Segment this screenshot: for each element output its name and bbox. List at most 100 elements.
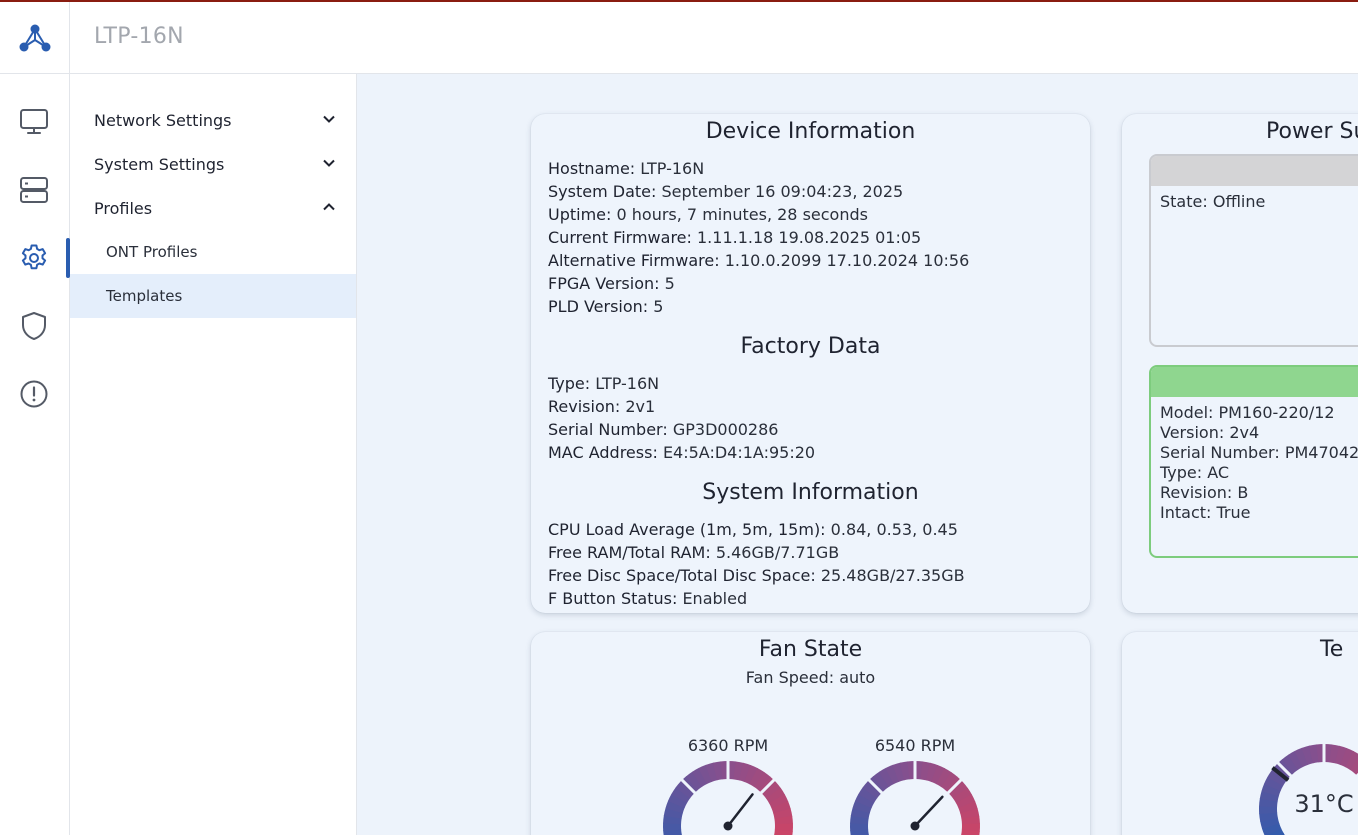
fan-1-gauge-arc-segment	[685, 771, 703, 791]
info-value: LTP-16N	[595, 374, 660, 393]
power-supply-unit-2-details: Model: PM160-220/12 Version: 2v4 Serial …	[1151, 397, 1358, 523]
info-key: State:	[1160, 192, 1208, 211]
fan-1-gauge-arc-segment	[667, 793, 688, 809]
fan-2-gauge-arc-segment	[958, 801, 978, 814]
temperature-gauge-arc-segment	[1287, 750, 1304, 770]
power-supply-unit-1-header	[1151, 156, 1358, 186]
info-value: E4:5A:D4:1A:95:20	[662, 443, 816, 462]
factory-data-list: Type: LTP-16N Revision: 2v1 Serial Numbe…	[548, 372, 815, 464]
info-key: Free Disc Space/Total Disc Space:	[548, 566, 816, 585]
temperature-gauge-arc-segment	[1259, 798, 1278, 808]
info-key: Type:	[548, 374, 591, 393]
fan-2-gauge-arc-segment	[960, 808, 980, 820]
temperature-card: Te 31°C	[1122, 632, 1358, 835]
sidebar-item-label: Network Settings	[94, 110, 232, 130]
ps-row-version: Version: 2v4	[1160, 423, 1358, 443]
info-key: System Date:	[548, 182, 657, 201]
sidebar-item-label: System Settings	[94, 154, 225, 174]
fan-2-gauge-arc-segment	[892, 762, 905, 782]
rail-server-button[interactable]	[0, 164, 68, 216]
fan-1-gauge-arc-segment	[744, 765, 759, 785]
sidebar-item-label: Templates	[106, 287, 183, 305]
fan-1-gauge-arc-segment	[774, 829, 793, 835]
info-value: GP3D000286	[672, 420, 779, 439]
info-value: 2v4	[1229, 423, 1260, 442]
temperature-gauge-arc-segment	[1261, 783, 1281, 797]
info-row-revision: Revision: 2v1	[548, 395, 815, 418]
info-key: Intact:	[1160, 503, 1212, 522]
fan-1-gauge-arc-segment	[691, 767, 708, 787]
info-key: Alternative Firmware:	[548, 251, 720, 270]
info-row-cpu-load: CPU Load Average (1m, 5m, 15m): 0.84, 0.…	[548, 518, 965, 541]
info-key: FPGA Version:	[548, 274, 660, 293]
fan-2-gauge-arc-segment	[899, 761, 911, 781]
rail-monitor-button[interactable]	[0, 95, 68, 147]
fan-2-gauge-arc-segment	[885, 764, 900, 785]
fan-2-gauge-arc-segment	[955, 794, 976, 809]
info-key: PLD Version:	[548, 297, 649, 316]
fan-1-gauge-needle-hub	[723, 821, 733, 831]
fan-2-gauge-arc-segment	[850, 829, 869, 835]
rail-alerts-button[interactable]	[0, 368, 68, 420]
network-logo-icon	[19, 24, 50, 52]
sidebar-item-profiles[interactable]: Profiles	[70, 186, 356, 230]
fan-2-gauge-arc-segment	[949, 781, 968, 799]
info-key: MAC Address:	[548, 443, 658, 462]
info-row-f-button-status: F Button Status: Enabled	[548, 587, 965, 610]
power-supply-unit-2: Model: PM160-220/12 Version: 2v4 Serial …	[1149, 365, 1358, 558]
sidebar-item-system-settings[interactable]: System Settings	[70, 142, 356, 186]
system-information-list: CPU Load Average (1m, 5m, 15m): 0.84, 0.…	[548, 518, 965, 610]
sidebar-item-templates[interactable]: Templates	[70, 274, 356, 318]
gear-icon	[21, 244, 47, 270]
info-row-mac-address: MAC Address: E4:5A:D4:1A:95:20	[548, 441, 815, 464]
fan-1-gauge-arc-segment	[762, 781, 781, 799]
info-key: Uptime:	[548, 205, 612, 224]
sidebar-item-network-settings[interactable]: Network Settings	[70, 98, 356, 142]
info-key: Free RAM/Total RAM:	[548, 543, 711, 562]
fan-2-gauge-arc-segment	[858, 787, 878, 804]
fan-1-gauge-dial	[663, 760, 793, 835]
info-value: 1.10.0.2099 17.10.2024 10:56	[724, 251, 970, 270]
temperature-gauge-arc-segment	[1301, 745, 1314, 765]
info-row-type: Type: LTP-16N	[548, 372, 815, 395]
info-value: 0.84, 0.53, 0.45	[830, 520, 958, 539]
info-row-pld-version: PLD Version: 5	[548, 295, 969, 318]
ps-row-serial-number: Serial Number: PM47042	[1160, 443, 1358, 463]
fan-2-gauge-arc-segment	[878, 767, 895, 787]
temperature-gauge-arc-segment	[1281, 754, 1299, 774]
info-row-disc-space: Free Disc Space/Total Disc Space: 25.48G…	[548, 564, 965, 587]
fan-1-gauge-arc-segment	[663, 815, 682, 825]
ps-row-type: Type: AC	[1160, 463, 1358, 483]
info-value: True	[1216, 503, 1251, 522]
ps-row-revision: Revision: B	[1160, 483, 1358, 503]
info-value: 2v1	[625, 397, 656, 416]
info-key: Model:	[1160, 403, 1214, 422]
fan-1-gauge-arc-segment	[712, 761, 724, 781]
fan-1-gauge-arc-segment	[663, 829, 682, 835]
temperature-gauge-arc-segment	[1259, 790, 1279, 802]
info-row-ram: Free RAM/Total RAM: 5.46GB/7.71GB	[548, 541, 965, 564]
power-supply-unit-1-details: State: Offline	[1151, 186, 1358, 212]
sidebar-item-ont-profiles[interactable]: ONT Profiles	[70, 230, 356, 274]
fan-1-gauge-arc-segment	[738, 762, 752, 783]
device-information-list: Hostname: LTP-16N System Date: September…	[548, 157, 969, 318]
fan-1-gauge-arc-segment	[698, 764, 713, 785]
info-value: September 16 09:04:23, 2025	[661, 182, 904, 201]
info-value: 5.46GB/7.71GB	[715, 543, 840, 562]
fan-2-gauge-needle	[913, 795, 944, 828]
rail-settings-button[interactable]	[0, 232, 68, 284]
fan-1-gauge-arc-segment	[774, 815, 793, 825]
sidebar-item-label: Profiles	[94, 198, 153, 218]
fan-2-gauge-arc-segment	[961, 829, 980, 835]
fan-2-gauge-dial	[850, 760, 980, 835]
shield-icon	[22, 312, 46, 340]
fan-2-gauge-arc-segment	[952, 787, 973, 804]
logo-cell[interactable]	[0, 2, 70, 74]
temperature-gauge-arc-segment	[1308, 744, 1320, 764]
temperature-gauge-arc-segment	[1261, 822, 1282, 835]
rail-security-button[interactable]	[0, 300, 68, 352]
info-value: PM160-220/12	[1218, 403, 1335, 422]
power-supply-unit-1: State: Offline	[1149, 154, 1358, 347]
sidebar-item-label: ONT Profiles	[106, 243, 198, 261]
power-supply-title: Power Su	[1266, 119, 1358, 144]
